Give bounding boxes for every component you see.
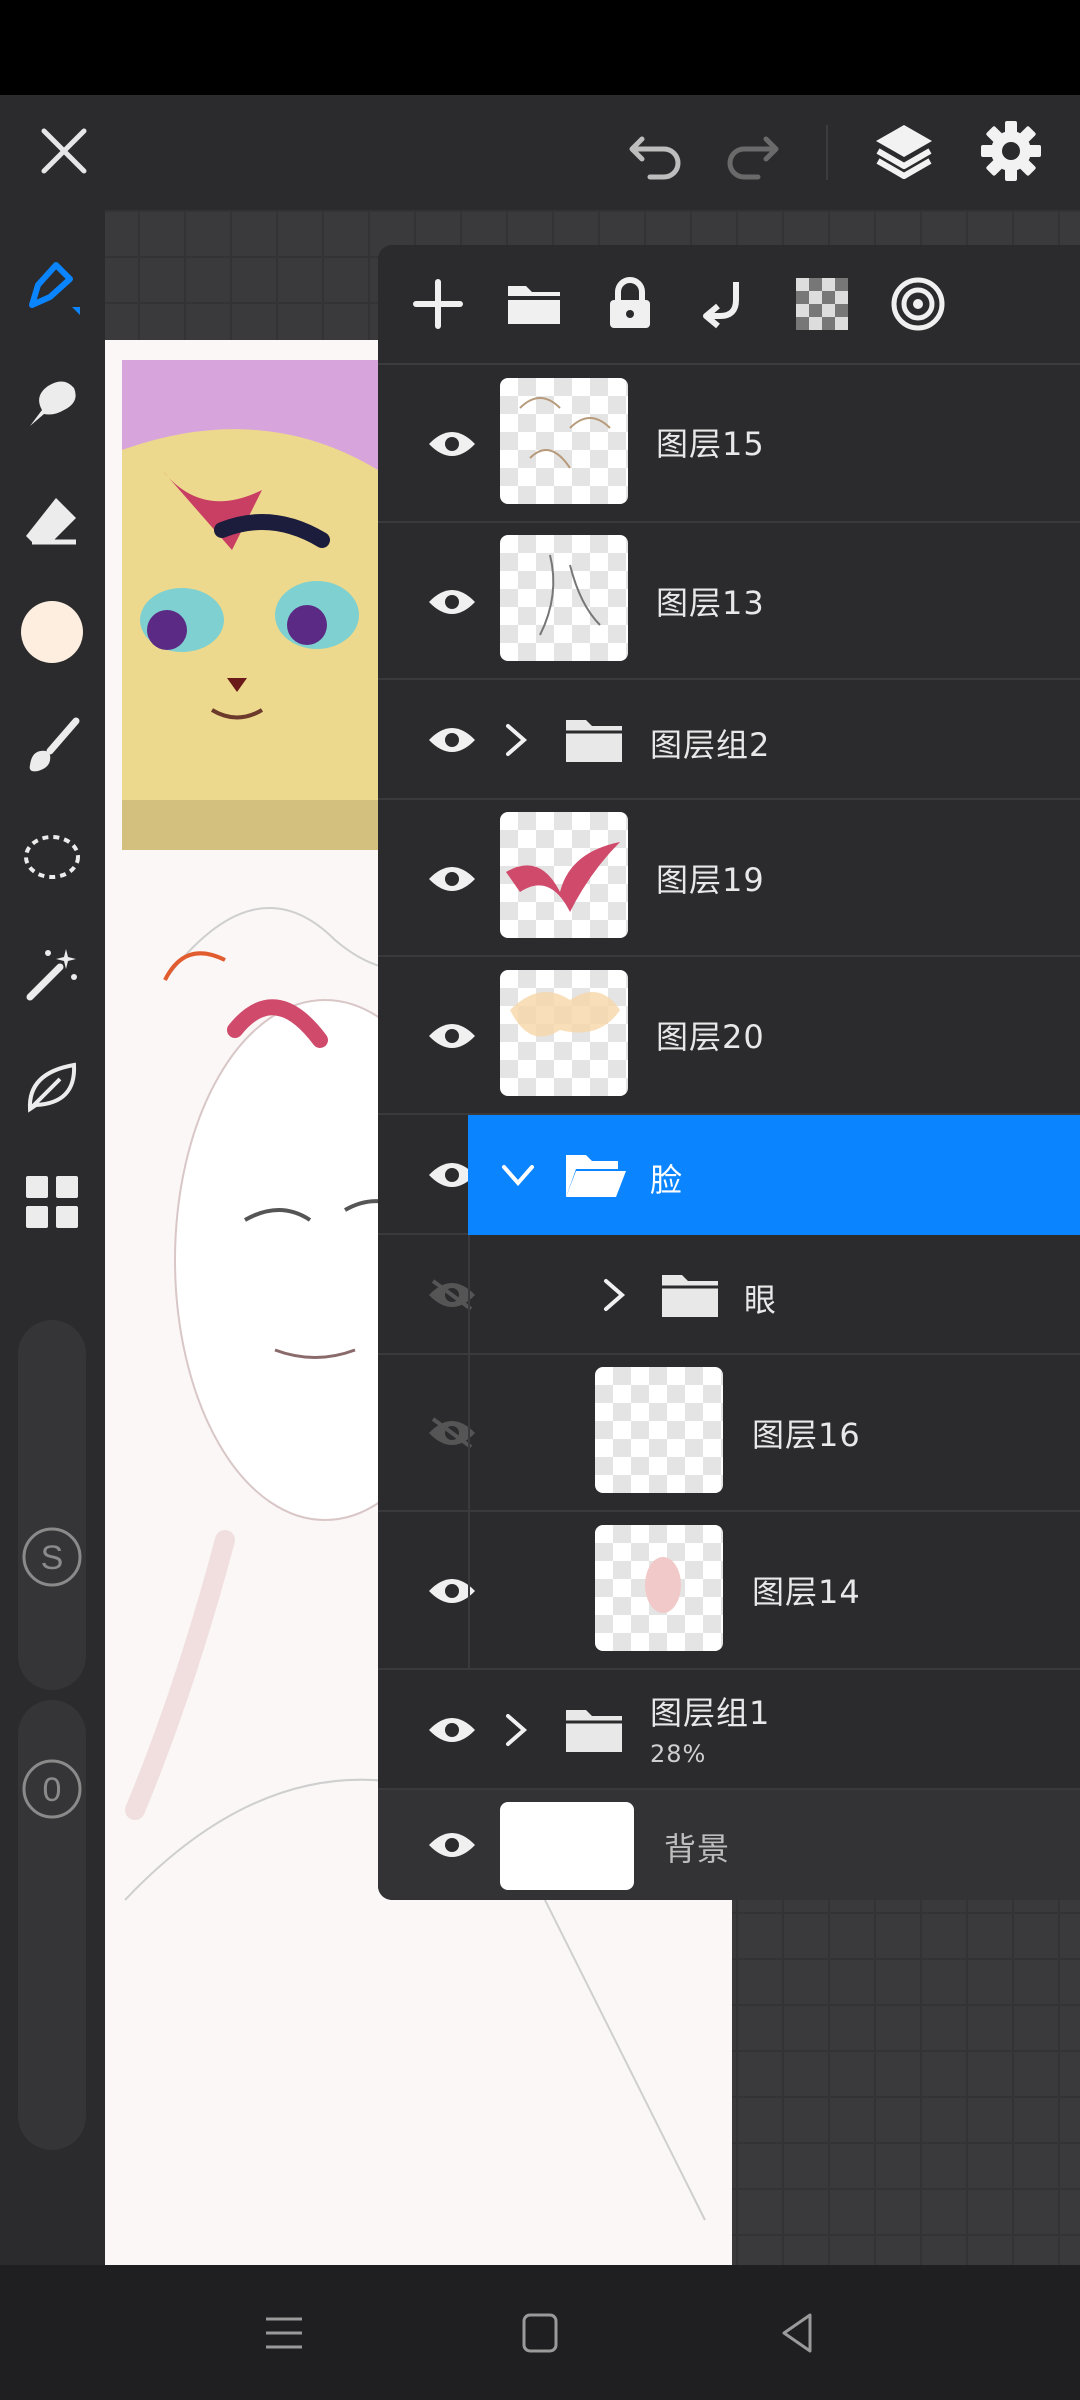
grid-icon[interactable] — [10, 1160, 94, 1244]
chevron-right-icon[interactable] — [594, 1275, 634, 1315]
back-icon[interactable] — [770, 2305, 826, 2361]
home-icon[interactable] — [512, 2305, 568, 2361]
add-folder-icon[interactable] — [486, 256, 582, 352]
divider — [826, 125, 828, 180]
layer-row[interactable]: 图层20 — [378, 957, 1080, 1115]
divider — [468, 1235, 470, 1353]
layer-thumbnail — [500, 378, 628, 504]
layer-group-row-selected[interactable]: 脸 — [378, 1115, 1080, 1235]
layer-name: 图层19 — [656, 861, 765, 899]
layer-name: 图层13 — [656, 584, 765, 622]
smudge-icon[interactable] — [10, 362, 94, 446]
layer-row[interactable]: 图层14 — [378, 1512, 1080, 1670]
divider — [468, 1355, 470, 1510]
eye-icon[interactable] — [404, 1682, 500, 1778]
close-icon[interactable] — [28, 115, 100, 187]
undo-icon[interactable] — [620, 117, 690, 187]
system-nav-bar — [0, 2265, 1080, 2400]
layers-panel-header — [378, 245, 1080, 365]
layer-name: 图层15 — [656, 425, 765, 463]
blend-icon[interactable] — [870, 256, 966, 352]
layer-name: 图层组1 — [650, 1694, 771, 1732]
folder-icon — [564, 1704, 624, 1756]
eye-icon[interactable] — [404, 692, 500, 788]
eye-icon[interactable] — [404, 1797, 500, 1893]
svg-text:0: 0 — [43, 1771, 62, 1809]
status-bar — [0, 0, 1080, 95]
layer-opacity: 28% — [650, 1740, 707, 1768]
zero-icon[interactable]: 0 — [10, 1747, 94, 1831]
folder-icon — [660, 1269, 720, 1321]
layer-group-row[interactable]: 图层组2 — [378, 680, 1080, 800]
layer-name: 图层16 — [752, 1416, 861, 1454]
background-layer-row[interactable]: 背景 — [378, 1790, 1080, 1900]
layer-name: 图层组2 — [650, 726, 771, 764]
brush-icon[interactable] — [10, 705, 94, 789]
layer-name: 图层14 — [752, 1573, 861, 1611]
layer-thumbnail — [595, 1367, 723, 1493]
eye-icon[interactable] — [404, 831, 500, 927]
layer-row[interactable]: 图层15 — [378, 365, 1080, 523]
layer-group-row[interactable]: 眼 — [378, 1235, 1080, 1355]
s-pen-icon[interactable]: S — [10, 1515, 94, 1599]
eye-hidden-icon[interactable] — [404, 1247, 500, 1343]
chevron-right-icon[interactable] — [496, 1710, 536, 1750]
folder-open-icon — [564, 1149, 626, 1201]
chevron-right-icon[interactable] — [496, 720, 536, 760]
chevron-down-icon[interactable] — [498, 1155, 538, 1195]
eye-hidden-icon[interactable] — [404, 1385, 500, 1481]
layer-row[interactable]: 图层16 — [378, 1355, 1080, 1512]
lock-icon[interactable] — [582, 256, 678, 352]
divider — [468, 1512, 470, 1668]
layers-panel: 图层15 图层13 图层组2 图层19 图层20 脸 眼 图层16 图层14 图… — [378, 245, 1080, 1900]
top-bar — [0, 95, 1080, 210]
redo-icon[interactable] — [718, 117, 788, 187]
layer-name: 背景 — [664, 1830, 731, 1868]
layer-group-row[interactable]: 图层组1 28% — [378, 1670, 1080, 1790]
eye-icon[interactable] — [404, 1543, 500, 1639]
layer-thumbnail — [595, 1525, 723, 1651]
background-color-thumbnail[interactable] — [500, 1802, 634, 1890]
layer-thumbnail — [500, 970, 628, 1096]
add-layer-icon[interactable] — [390, 256, 486, 352]
merge-down-icon[interactable] — [678, 256, 774, 352]
svg-text:S: S — [41, 1539, 64, 1577]
magic-wand-icon[interactable] — [10, 933, 94, 1017]
menu-icon[interactable] — [256, 2305, 312, 2361]
reference-image[interactable] — [122, 360, 378, 850]
layer-row[interactable]: 图层19 — [378, 800, 1080, 957]
layer-name: 图层20 — [656, 1018, 765, 1056]
brush-size-slider[interactable] — [18, 1320, 86, 1690]
layers-icon[interactable] — [868, 115, 940, 187]
eye-icon[interactable] — [404, 396, 500, 492]
layer-name: 眼 — [744, 1281, 778, 1319]
selection-highlight — [468, 1115, 1080, 1235]
tool-sidebar: S 0 — [0, 210, 105, 2265]
color-swatch[interactable] — [10, 590, 94, 674]
settings-icon[interactable] — [975, 115, 1047, 187]
folder-icon — [564, 714, 624, 766]
alpha-icon[interactable] — [774, 256, 870, 352]
layer-thumbnail — [500, 812, 628, 938]
layer-row[interactable]: 图层13 — [378, 523, 1080, 680]
layer-thumbnail — [500, 535, 628, 661]
leaf-icon[interactable] — [10, 1045, 94, 1129]
eye-icon[interactable] — [404, 988, 500, 1084]
eraser-icon[interactable] — [10, 480, 94, 564]
pen-icon[interactable] — [10, 245, 94, 329]
lasso-icon[interactable] — [10, 817, 94, 901]
layer-name: 脸 — [650, 1161, 684, 1199]
eye-icon[interactable] — [404, 554, 500, 650]
